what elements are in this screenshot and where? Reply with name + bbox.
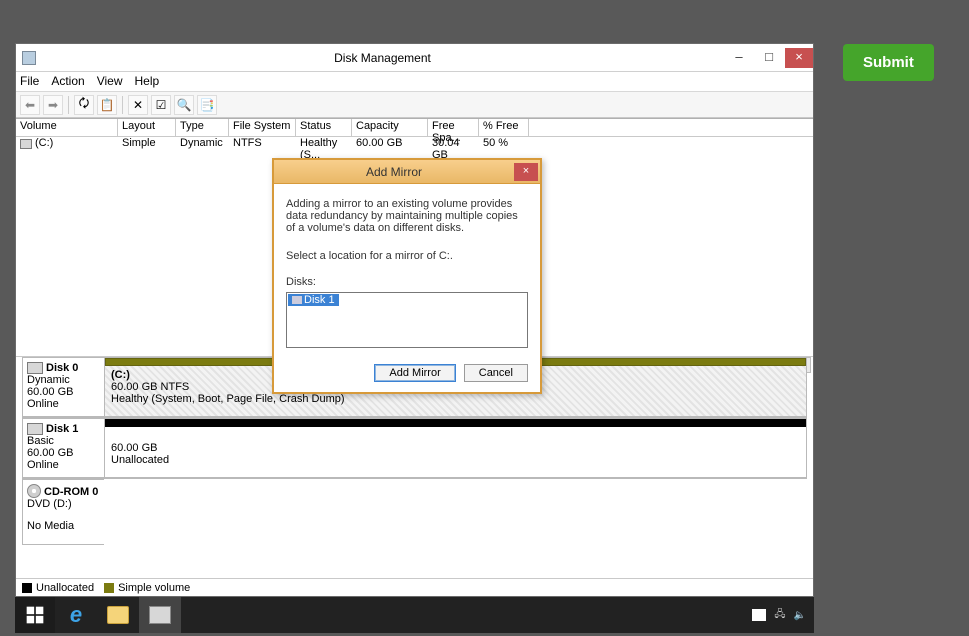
tray-flag-icon[interactable] — [752, 609, 766, 621]
volume-row[interactable]: (C:) Simple Dynamic NTFS Healthy (S... 6… — [16, 137, 813, 155]
menu-action[interactable]: Action — [51, 74, 84, 89]
vol-free: 30.04 GB — [428, 137, 479, 155]
col-capacity[interactable]: Capacity — [352, 119, 428, 136]
legend-simple: Simple volume — [118, 582, 190, 594]
menu-help[interactable]: Help — [135, 74, 160, 89]
disk-kind: Basic — [27, 435, 100, 447]
col-layout[interactable]: Layout — [118, 119, 176, 136]
disk-label: Disk 0 — [46, 362, 78, 374]
disk-label: CD-ROM 0 — [44, 486, 98, 498]
partition[interactable]: 60.00 GB Unallocated — [104, 418, 807, 478]
vol-type: Dynamic — [176, 137, 229, 155]
list-icon[interactable]: 📑 — [197, 95, 217, 115]
menu-file[interactable]: File — [20, 74, 39, 89]
vol-status: Healthy (S... — [296, 137, 352, 155]
taskbar: e 🖧 🔈 — [15, 597, 814, 633]
dialog-titlebar: Add Mirror × — [274, 160, 540, 184]
tray-network-icon[interactable]: 🖧 — [774, 607, 785, 624]
submit-button[interactable]: Submit — [843, 44, 934, 81]
volume-header: Volume Layout Type File System Status Ca… — [16, 119, 813, 137]
delete-icon[interactable]: ✕ — [128, 95, 148, 115]
col-volume[interactable]: Volume — [16, 119, 118, 136]
disk-icon — [27, 362, 43, 374]
add-mirror-dialog: Add Mirror × Adding a mirror to an exist… — [272, 158, 542, 394]
disk-kind: DVD (D:) — [27, 498, 100, 510]
part-desc: Healthy (System, Boot, Page File, Crash … — [111, 393, 345, 405]
menu-view[interactable]: View — [97, 74, 123, 89]
part-sub: 60.00 GB NTFS — [111, 381, 189, 393]
disk-state: Online — [27, 398, 100, 410]
taskbar-explorer[interactable] — [97, 597, 139, 633]
legend-swatch-black — [22, 583, 32, 593]
disks-listbox[interactable]: Disk 1 — [286, 292, 528, 348]
cancel-button[interactable]: Cancel — [464, 364, 528, 382]
disk-small-icon — [292, 296, 302, 304]
part-sub: 60.00 GB — [111, 442, 157, 454]
add-mirror-button[interactable]: Add Mirror — [374, 364, 455, 382]
disks-label: Disks: — [286, 276, 528, 288]
start-button[interactable] — [15, 597, 55, 633]
separator — [122, 96, 123, 114]
properties-icon[interactable]: 📋 — [97, 95, 117, 115]
disk-size: 60.00 GB — [27, 447, 100, 459]
wizard-icon[interactable]: 🔍 — [174, 95, 194, 115]
dialog-select-label: Select a location for a mirror of C:. — [286, 250, 528, 262]
disk-kind: Dynamic — [27, 374, 100, 386]
disk-header: Disk 0 Dynamic 60.00 GB Online — [22, 357, 104, 417]
disk-state: No Media — [27, 520, 100, 532]
partition-empty — [104, 479, 807, 545]
minimize-button[interactable]: – — [725, 48, 753, 68]
tray-volume-icon[interactable]: 🔈 — [794, 610, 806, 621]
close-button[interactable]: × — [785, 48, 813, 68]
disk-item-label: Disk 1 — [304, 294, 335, 306]
disk-state: Online — [27, 459, 100, 471]
app-icon — [22, 51, 36, 65]
col-type[interactable]: Type — [176, 119, 229, 136]
legend: Unallocated Simple volume — [16, 578, 813, 596]
disk-row-1[interactable]: Disk 1 Basic 60.00 GB Online 60.00 GB Un… — [22, 418, 807, 479]
window-title: Disk Management — [42, 51, 723, 65]
col-status[interactable]: Status — [296, 119, 352, 136]
dialog-close-button[interactable]: × — [514, 163, 538, 181]
legend-unallocated: Unallocated — [36, 582, 94, 594]
disk-label: Disk 1 — [46, 423, 78, 435]
vol-pct: 50 % — [479, 137, 529, 155]
forward-icon[interactable]: ➡ — [43, 95, 63, 115]
taskbar-diskmgmt[interactable] — [139, 597, 181, 633]
settings-icon[interactable]: ☑ — [151, 95, 171, 115]
dialog-description: Adding a mirror to an existing volume pr… — [286, 198, 528, 234]
vol-name: (C:) — [35, 137, 53, 149]
toolbar: ⬅ ➡ 🗘 📋 ✕ ☑ 🔍 📑 — [16, 92, 813, 118]
part-desc: Unallocated — [111, 454, 169, 466]
system-tray: 🖧 🔈 — [752, 607, 814, 624]
disk-header: CD-ROM 0 DVD (D:) No Media — [22, 479, 104, 545]
disk-list-item[interactable]: Disk 1 — [288, 294, 339, 306]
menubar: File Action View Help — [16, 72, 813, 92]
titlebar: Disk Management – □ × — [16, 44, 813, 72]
disk-header: Disk 1 Basic 60.00 GB Online — [22, 418, 104, 478]
col-filesystem[interactable]: File System — [229, 119, 296, 136]
col-pctfree[interactable]: % Free — [479, 119, 529, 136]
col-freespace[interactable]: Free Spa... — [428, 119, 479, 136]
volume-icon — [20, 139, 32, 149]
part-title: (C:) — [111, 369, 130, 381]
maximize-button[interactable]: □ — [755, 48, 783, 68]
windows-icon — [25, 605, 45, 625]
disk-size: 60.00 GB — [27, 386, 100, 398]
cdrom-icon — [27, 484, 41, 498]
disk-icon — [27, 423, 43, 435]
dialog-title: Add Mirror — [274, 165, 514, 179]
partition-band — [105, 419, 806, 427]
vol-fs: NTFS — [229, 137, 296, 155]
disk-row-cd[interactable]: CD-ROM 0 DVD (D:) No Media — [22, 479, 807, 545]
legend-swatch-olive — [104, 583, 114, 593]
vol-layout: Simple — [118, 137, 176, 155]
refresh-icon[interactable]: 🗘 — [74, 95, 94, 115]
separator — [68, 96, 69, 114]
back-icon[interactable]: ⬅ — [20, 95, 40, 115]
vol-capacity: 60.00 GB — [352, 137, 428, 155]
taskbar-ie[interactable]: e — [55, 597, 97, 633]
